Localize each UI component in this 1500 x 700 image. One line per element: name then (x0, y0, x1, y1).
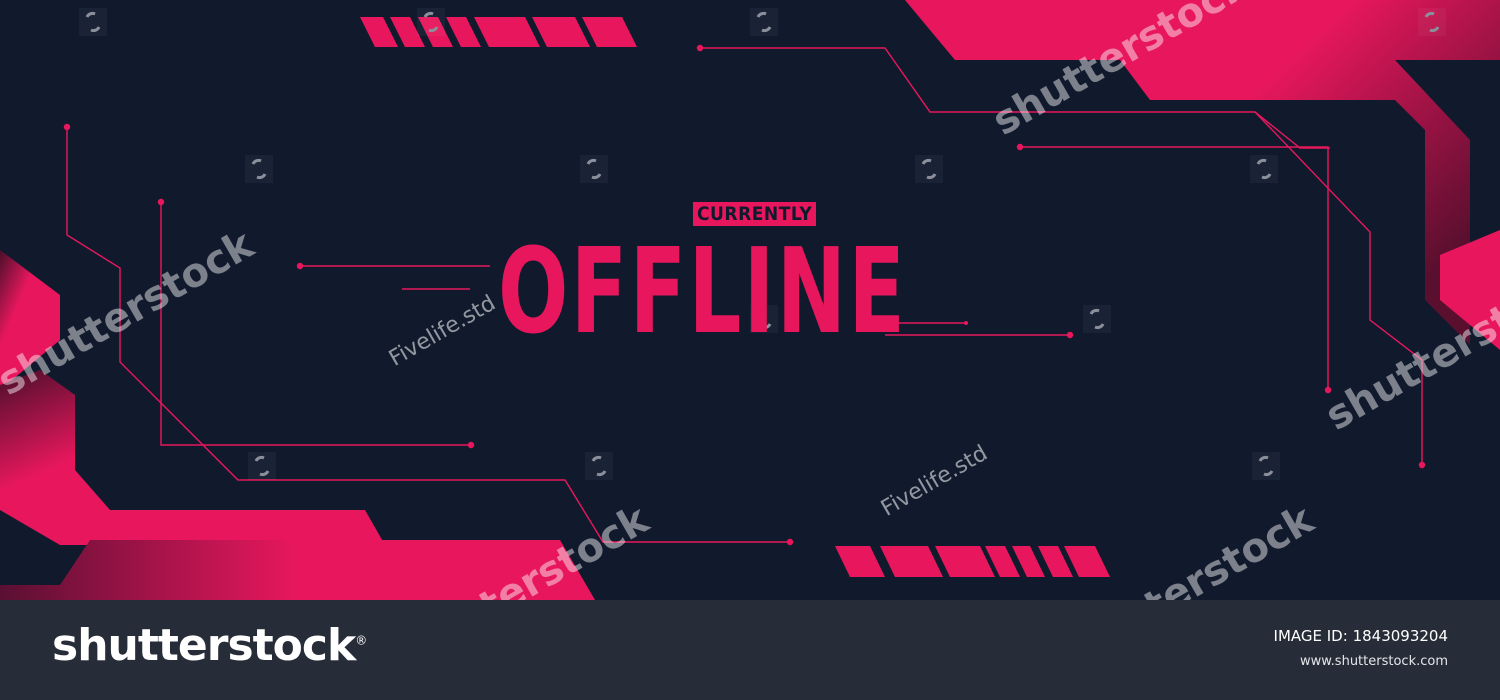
registered-mark: ® (355, 633, 367, 648)
watermark-logo-icon (580, 155, 608, 183)
brand-logo[interactable]: shutterstock® (52, 620, 367, 671)
headline: OFFLINE (498, 222, 908, 360)
watermark-logo-icon (79, 8, 107, 36)
image-id-label: IMAGE ID: (1273, 627, 1348, 645)
watermark-logo-icon (245, 155, 273, 183)
offline-banner: shutterstock shutterstock shutterstock s… (0, 0, 1500, 600)
watermark-logo-icon (585, 452, 613, 480)
bottom-stripes (835, 546, 1110, 577)
watermark-logo-icon (915, 155, 943, 183)
watermark-logo-icon (1083, 305, 1111, 333)
image-id: IMAGE ID: 1843093204 (1274, 627, 1448, 645)
corner-shape-bottom-left (0, 370, 385, 545)
watermark-logo-icon (1250, 155, 1278, 183)
watermark-logo-icon (750, 8, 778, 36)
image-id-value: 1843093204 (1352, 627, 1448, 645)
watermark-logo-icon (248, 452, 276, 480)
watermark-logo-icon (1252, 452, 1280, 480)
website-link[interactable]: www.shutterstock.com (1300, 654, 1448, 669)
watermark-logo-icon (417, 8, 445, 36)
brand-logo-text: shutterstock (52, 620, 356, 671)
top-stripes (360, 17, 637, 47)
corner-shape-top-right (905, 0, 1500, 345)
watermark-logo-icon (1418, 8, 1446, 36)
